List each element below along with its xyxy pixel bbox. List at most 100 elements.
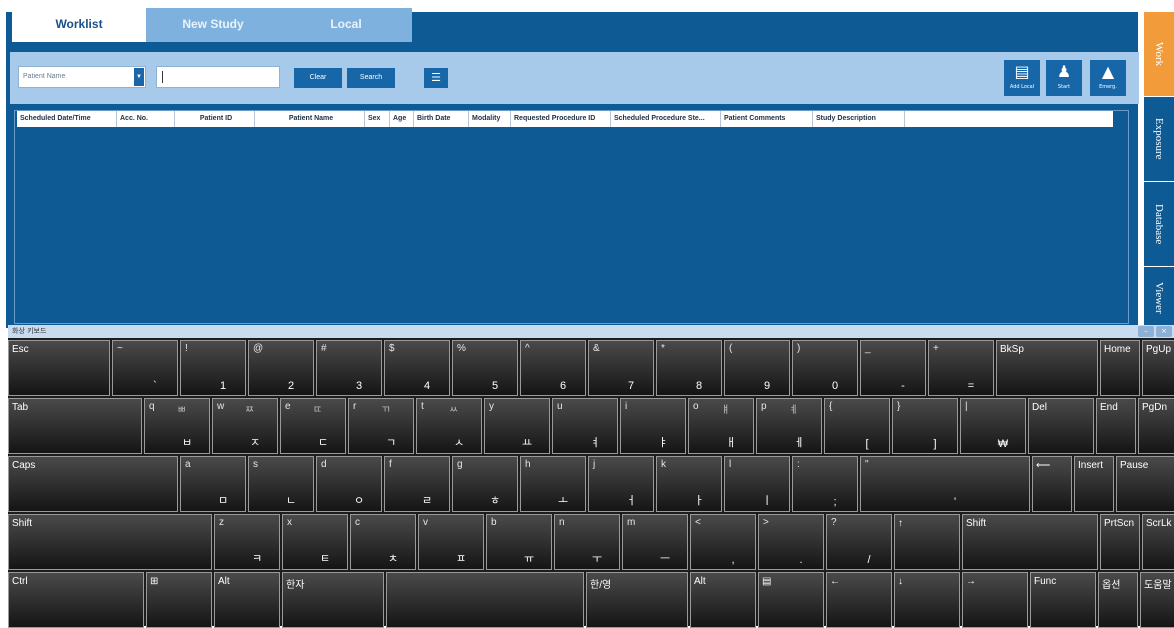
key-pause[interactable]: Pause [1116,456,1174,512]
key-symbol[interactable]: " ' [860,456,1030,512]
key--[interactable]: 도움말 [1140,572,1174,628]
column-header[interactable]: Requested Procedure ID [511,111,611,127]
key-bksp[interactable]: BkSp [996,340,1098,396]
key-s[interactable]: sㄴ [248,456,314,512]
column-header[interactable]: Study Description [813,111,905,127]
clear-button[interactable]: Clear [294,68,342,88]
side-tab-exposure[interactable]: Exposure [1144,97,1174,182]
search-field-dropdown[interactable]: Patient Name ▼ [18,66,146,88]
add-local-button[interactable]: ▤ Add Local [1004,60,1040,96]
key-k[interactable]: kㅏ [656,456,722,512]
column-header[interactable]: Birth Date [414,111,469,127]
key--[interactable]: 한자 [282,572,384,628]
key-symbol[interactable]: ~ ` [112,340,178,396]
key-symbol[interactable]: @2 [248,340,314,396]
minimize-icon[interactable]: – [1138,326,1154,337]
key-symbol[interactable]: + = [928,340,994,396]
key-alt[interactable]: Alt [690,572,756,628]
key-j[interactable]: jㅓ [588,456,654,512]
key-w[interactable]: w ㅉㅈ [212,398,278,454]
key--[interactable]: 한/영 [586,572,688,628]
key-symbol[interactable]: >. [758,514,824,570]
key-insert[interactable]: Insert [1074,456,1114,512]
key-l[interactable]: lㅣ [724,456,790,512]
key-symbol[interactable]: #3 [316,340,382,396]
key-z[interactable]: zㅋ [214,514,280,570]
column-header[interactable] [905,111,1113,127]
key-i[interactable]: iㅑ [620,398,686,454]
column-header[interactable]: Patient ID [175,111,255,127]
side-tab-viewer[interactable]: Viewer [1144,267,1174,329]
filter-icon[interactable]: ☰ [424,68,448,88]
key-u[interactable]: uㅕ [552,398,618,454]
key-m[interactable]: mㅡ [622,514,688,570]
key-e[interactable]: e ㄸㄷ [280,398,346,454]
key--[interactable]: → [962,572,1028,628]
tab-worklist[interactable]: Worklist [12,8,146,42]
key-symbol[interactable]: _ - [860,340,926,396]
key-caps[interactable]: Caps [8,456,178,512]
key-symbol[interactable]: & 7 [588,340,654,396]
close-icon[interactable]: × [1156,326,1172,337]
key-symbol[interactable]: (9 [724,340,790,396]
key-symbol[interactable]: % 5 [452,340,518,396]
key-h[interactable]: hㅗ [520,456,586,512]
key-esc[interactable]: Esc [8,340,110,396]
search-input[interactable] [156,66,280,88]
column-header[interactable]: Patient Name [255,111,365,127]
column-header[interactable]: Scheduled Date/Time [17,111,117,127]
tab-local[interactable]: Local [280,8,412,42]
key-d[interactable]: dㅇ [316,456,382,512]
column-header[interactable]: Sex [365,111,390,127]
emergency-button[interactable]: ▲ Emerg. [1090,60,1126,96]
key-symbol[interactable]: | ₩ [960,398,1026,454]
key-end[interactable]: End [1096,398,1136,454]
key--[interactable]: 옵션 [1098,572,1138,628]
key-b[interactable]: bㅠ [486,514,552,570]
key-func[interactable]: Func [1030,572,1096,628]
key-scrlk[interactable]: ScrLk [1142,514,1174,570]
key-shift[interactable]: Shift [962,514,1098,570]
key-x[interactable]: xㅌ [282,514,348,570]
chevron-down-icon[interactable]: ▼ [134,68,144,86]
key--[interactable]: ↓ [894,572,960,628]
key-symbol[interactable]: ^ 6 [520,340,586,396]
key-o[interactable]: o ㅒㅐ [688,398,754,454]
key-home[interactable]: Home [1100,340,1140,396]
column-header[interactable]: Patient Comments [721,111,813,127]
key-symbol[interactable]: $4 [384,340,450,396]
key--[interactable]: ← [826,572,892,628]
column-header[interactable]: Acc. No. [117,111,175,127]
start-button[interactable]: ♟ Start [1046,60,1082,96]
key-symbol[interactable]: <, [690,514,756,570]
key-n[interactable]: nㅜ [554,514,620,570]
key-alt[interactable]: Alt [214,572,280,628]
key-ctrl[interactable]: Ctrl [8,572,144,628]
key-p[interactable]: p ㅖㅔ [756,398,822,454]
key-pgup[interactable]: PgUp [1142,340,1174,396]
column-header[interactable]: Modality [469,111,511,127]
key-symbol[interactable]: ! 1 [180,340,246,396]
key-shift[interactable]: Shift [8,514,212,570]
key-symbol[interactable]: * 8 [656,340,722,396]
key-space[interactable] [386,572,584,628]
key-t[interactable]: t ㅆㅅ [416,398,482,454]
key-prtscn[interactable]: PrtScn [1100,514,1140,570]
key-tab[interactable]: Tab [8,398,142,454]
key-r[interactable]: r ㄲㄱ [348,398,414,454]
key-del[interactable]: Del [1028,398,1094,454]
key-symbol[interactable]: }] [892,398,958,454]
key-q[interactable]: q ㅃㅂ [144,398,210,454]
key-symbol[interactable]: ? / [826,514,892,570]
key--[interactable]: ⟵ [1032,456,1072,512]
key-symbol[interactable]: :; [792,456,858,512]
side-tab-work[interactable]: Work [1144,12,1174,97]
key-a[interactable]: aㅁ [180,456,246,512]
column-header[interactable]: Age [390,111,414,127]
key-f[interactable]: fㄹ [384,456,450,512]
key--[interactable]: ⊞ [146,572,212,628]
key--[interactable]: ↑ [894,514,960,570]
key--[interactable]: ▤ [758,572,824,628]
key-symbol[interactable]: ) 0 [792,340,858,396]
key-g[interactable]: gㅎ [452,456,518,512]
